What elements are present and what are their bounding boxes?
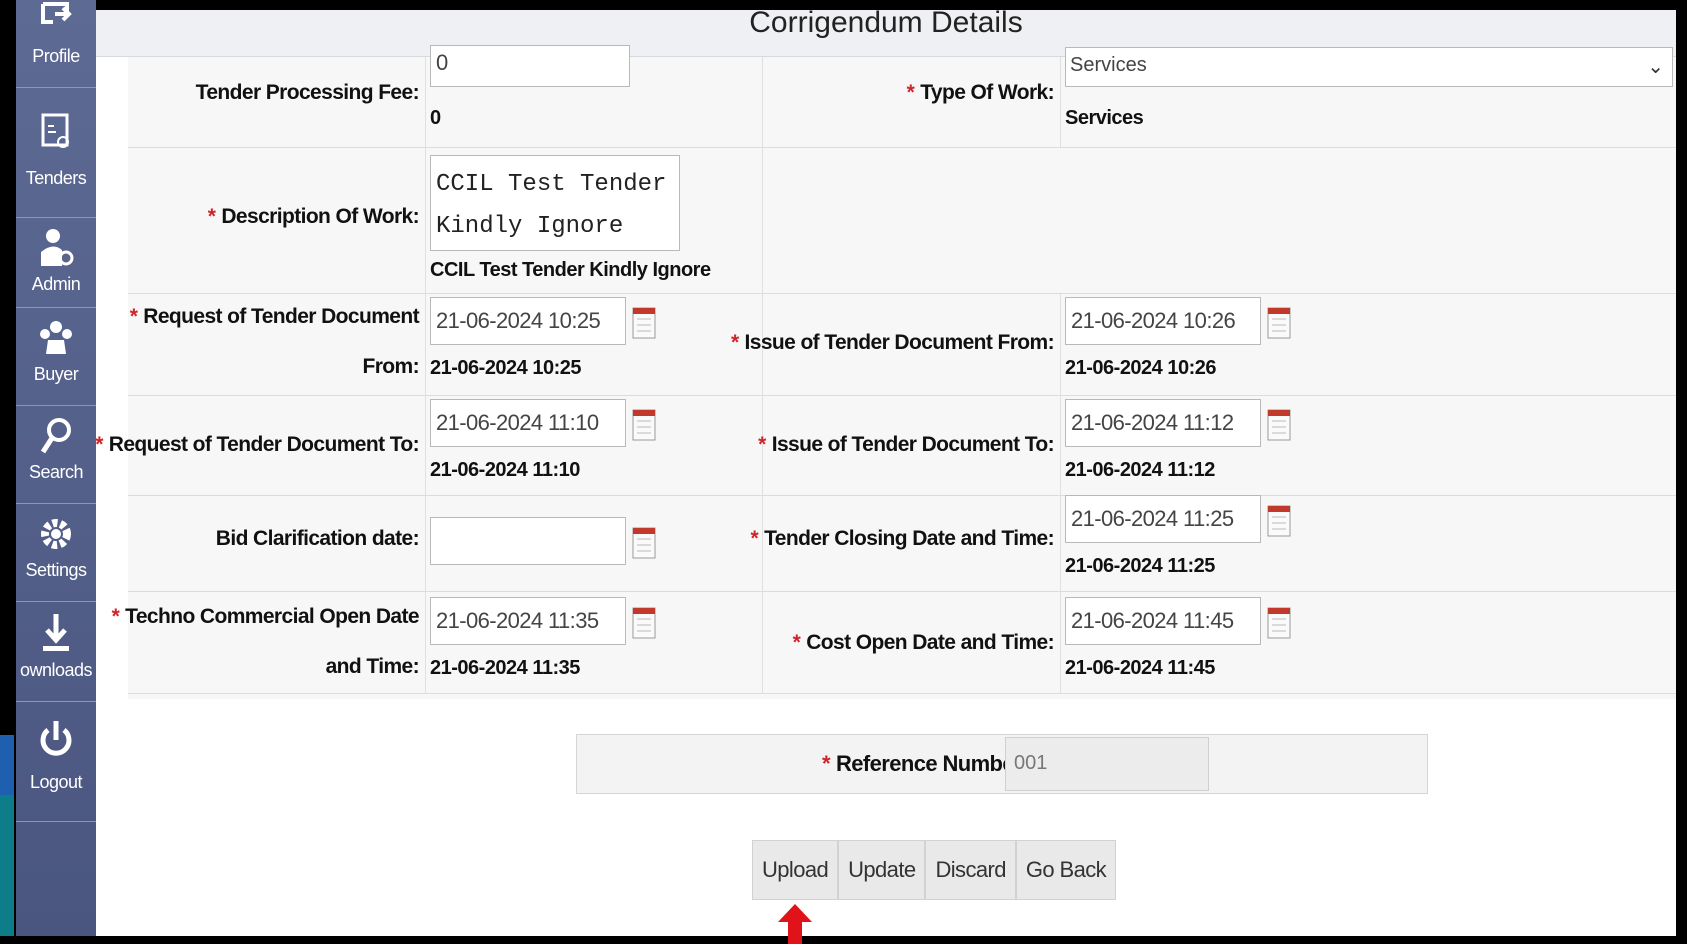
calendar-icon[interactable] [632, 407, 656, 443]
calendar-icon[interactable] [632, 525, 656, 561]
form-row: Bid Clarification date: * Tender Closing … [128, 495, 1676, 592]
cost-open-value: 21-06-2024 11:45 [1065, 657, 1215, 679]
sidebar-item-label: Buyer [33, 364, 79, 384]
field-label: From: [362, 355, 420, 378]
form-row: * Request of Tender Document From: 21-06-… [128, 293, 1676, 396]
cost-open-input[interactable]: 21-06-2024 11:45 [1065, 597, 1261, 645]
sidebar-item-search[interactable]: Search [16, 406, 96, 504]
form-row: Tender Processing Fee: 0 0 * Type Of Work… [128, 45, 1676, 148]
gear-icon [41, 519, 71, 549]
form-row: * Techno Commercial Open Date and Time: 2… [112, 591, 1676, 694]
issue-to-input[interactable]: 21-06-2024 11:12 [1065, 399, 1261, 447]
calendar-icon[interactable] [1267, 605, 1291, 641]
sidebar-item-label: Profile [32, 46, 80, 66]
decorative-accent [0, 795, 14, 936]
sidebar-item-label: Tenders [25, 168, 87, 188]
admin-icon [41, 229, 74, 266]
calendar-icon[interactable] [1267, 305, 1291, 341]
request-from-input[interactable]: 21-06-2024 10:25 [430, 297, 626, 345]
sidebar-item-label: Logout [29, 772, 83, 792]
form-row: * Description Of Work: CCIL Test Tender K… [128, 147, 1676, 294]
description-textarea[interactable]: CCIL Test Tender Kindly Ignore [430, 155, 680, 251]
search-icon [40, 418, 71, 454]
techno-open-value: 21-06-2024 11:35 [430, 657, 580, 679]
reference-number-input[interactable]: 001 [1005, 737, 1209, 791]
reference-number-box: * Reference Number : 001 [576, 734, 1428, 794]
reference-number-label: * Reference Number : [822, 751, 1035, 776]
processing-fee-input[interactable]: 0 [430, 45, 630, 87]
field-label: * Type Of Work: [906, 81, 1055, 104]
field-label: * Cost Open Date and Time: [792, 631, 1055, 654]
select-value: Services [1070, 54, 1147, 76]
sidebar-item-settings[interactable]: Settings [16, 504, 96, 602]
calendar-icon[interactable] [632, 605, 656, 641]
buyer-icon [40, 321, 72, 354]
decorative-accent [0, 735, 14, 795]
profile-icon [41, 2, 72, 24]
sidebar-item-admin[interactable]: Admin [16, 218, 96, 308]
sidebar-item-label: Search [28, 462, 84, 482]
bid-clarification-input[interactable] [430, 517, 626, 565]
field-label: * Tender Closing Date and Time: [750, 527, 1055, 550]
field-label: * Request of Tender Document [129, 305, 420, 328]
sidebar-item-label: Admin [31, 274, 81, 294]
download-icon [43, 614, 69, 651]
page-title: Corrigendum Details [749, 10, 1023, 39]
calendar-icon[interactable] [632, 305, 656, 341]
sidebar-item-downloads[interactable]: ownloads [16, 602, 96, 702]
description-value: CCIL Test Tender Kindly Ignore [430, 259, 711, 281]
form-row: * Request of Tender Document To: 21-06-20… [95, 395, 1676, 496]
field-label: * Issue of Tender Document To: [758, 433, 1054, 456]
sidebar-item-profile[interactable]: Profile [16, 0, 96, 88]
main-panel: Corrigendum Details Tender Processing Fe… [95, 10, 1676, 944]
calendar-icon[interactable] [1267, 503, 1291, 539]
chevron-down-icon: ⌄ [1647, 56, 1664, 78]
field-label: Bid Clarification date: [215, 527, 420, 550]
sidebar-item-tenders[interactable]: Tenders [16, 88, 96, 218]
sidebar-item-label: ownloads [19, 660, 93, 680]
tenders-icon [41, 113, 69, 148]
action-buttons: Upload Update Discard Go Back [752, 840, 1117, 900]
sidebar-item-buyer[interactable]: Buyer [16, 308, 96, 406]
sidebar-item-label: Settings [25, 560, 87, 580]
sidebar-item-logout[interactable]: Logout [16, 702, 96, 822]
field-label: * Request of Tender Document To: [95, 433, 419, 456]
field-label: and Time: [325, 655, 420, 678]
field-label: * Techno Commercial Open Date [111, 605, 420, 628]
field-label: * Issue of Tender Document From: [730, 331, 1055, 354]
upload-button[interactable]: Upload [752, 840, 839, 900]
power-icon [40, 721, 72, 756]
go-back-button[interactable]: Go Back [1015, 840, 1117, 900]
sidebar: Profile Tenders Admin Buyer Search Setti… [16, 0, 96, 936]
closing-value: 21-06-2024 11:25 [1065, 555, 1215, 577]
update-button[interactable]: Update [838, 840, 926, 900]
issue-from-input[interactable]: 21-06-2024 10:26 [1065, 297, 1261, 345]
issue-from-value: 21-06-2024 10:26 [1065, 357, 1217, 379]
request-to-value: 21-06-2024 11:10 [430, 459, 580, 481]
up-arrow-icon [778, 904, 812, 944]
issue-to-value: 21-06-2024 11:12 [1065, 459, 1215, 481]
corrigendum-form: Tender Processing Fee: 0 0 * Type Of Work… [95, 45, 1676, 699]
processing-fee-value: 0 [430, 107, 441, 129]
request-to-input[interactable]: 21-06-2024 11:10 [430, 399, 626, 447]
type-of-work-value: Services [1065, 107, 1144, 129]
field-label: Tender Processing Fee: [195, 81, 420, 104]
field-label: * Description Of Work: [207, 205, 420, 228]
closing-input[interactable]: 21-06-2024 11:25 [1065, 495, 1261, 543]
discard-button[interactable]: Discard [925, 840, 1016, 900]
techno-open-input[interactable]: 21-06-2024 11:35 [430, 597, 626, 645]
type-of-work-select[interactable]: Services ⌄ [1065, 47, 1673, 87]
request-from-value: 21-06-2024 10:25 [430, 357, 582, 379]
calendar-icon[interactable] [1267, 407, 1291, 443]
